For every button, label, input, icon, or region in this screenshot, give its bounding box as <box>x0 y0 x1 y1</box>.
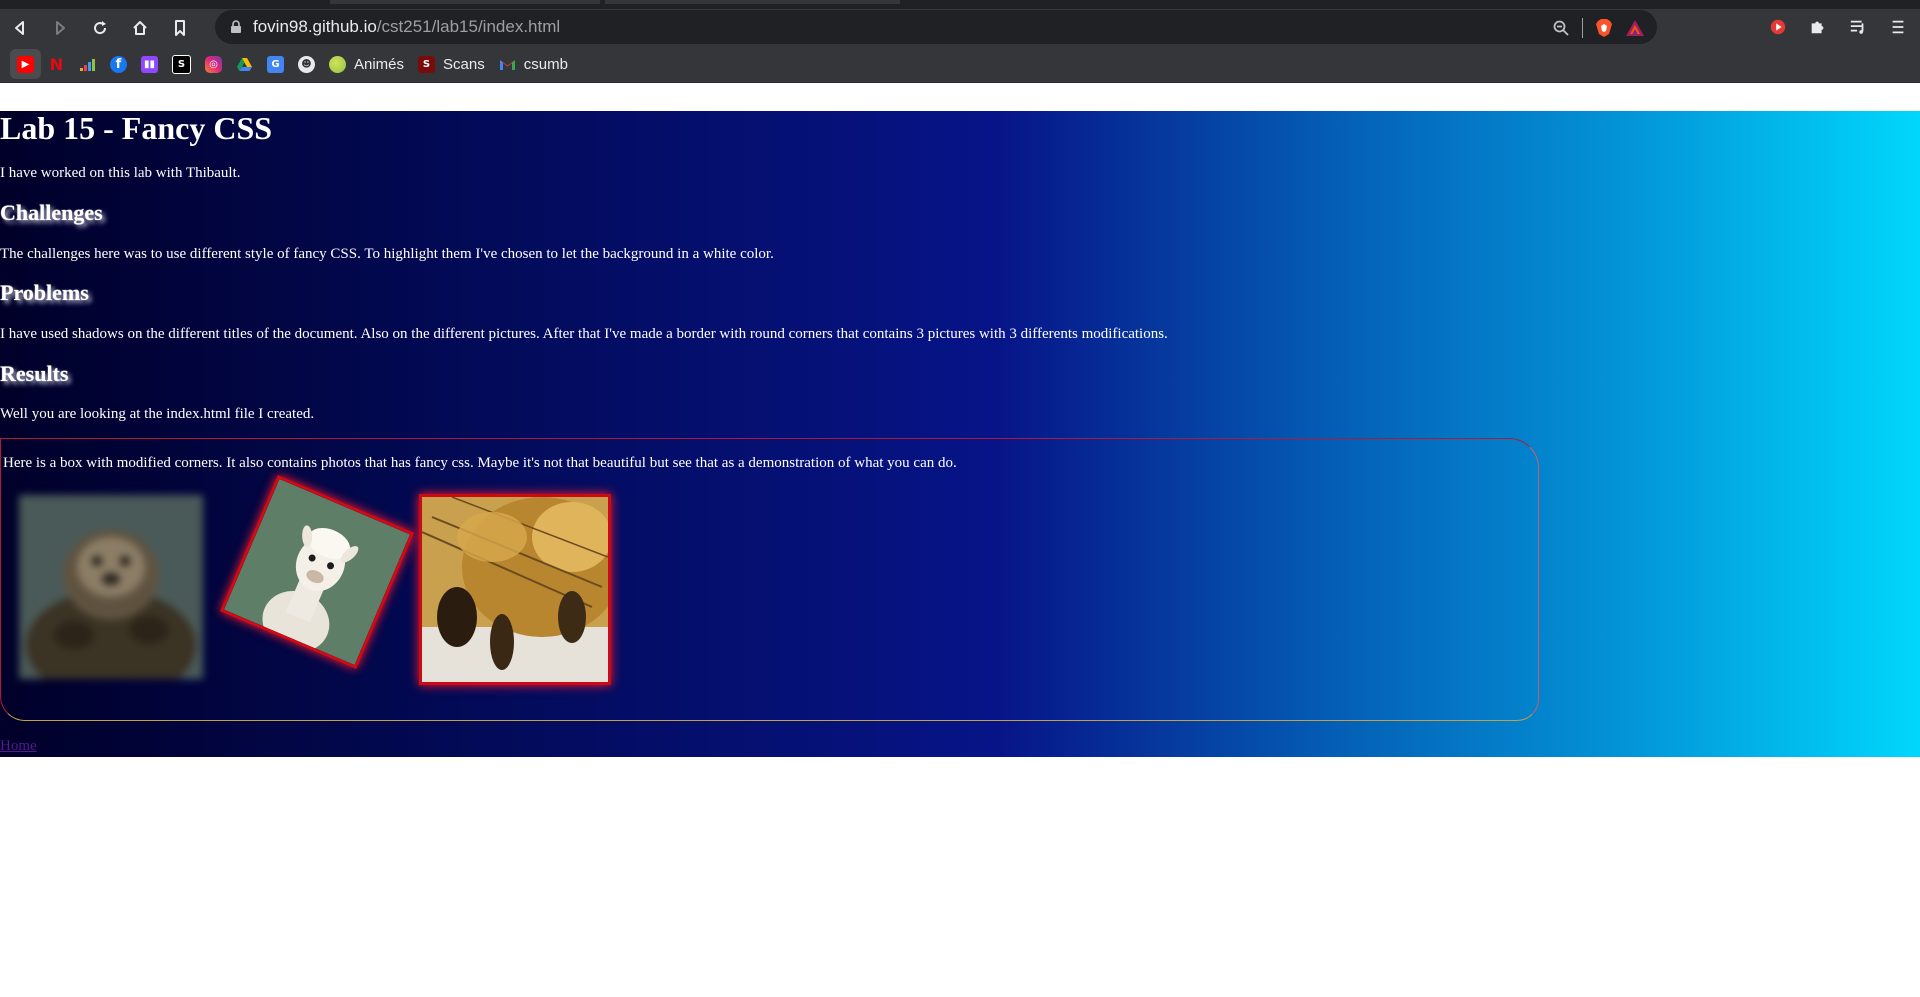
reload-button[interactable] <box>80 9 120 46</box>
box-text: Here is a box with modified corners. It … <box>3 455 957 471</box>
lock-icon <box>231 20 241 33</box>
youtube-icon: ▶ <box>17 55 34 73</box>
twitch-icon: ▮▮ <box>141 55 158 73</box>
section-heading-challenges: Challenges <box>0 200 103 225</box>
browser-tab[interactable] <box>605 0 900 4</box>
otter-photo <box>19 495 203 679</box>
bookmark-netflix[interactable]: N <box>41 49 72 79</box>
section-text-challenges: The challenges here was to use different… <box>0 246 774 262</box>
bookmark-gmail[interactable]: csumb <box>492 49 575 79</box>
forward-button[interactable] <box>40 9 80 46</box>
netflix-icon: N <box>49 54 64 74</box>
animes-folder-icon <box>329 55 346 73</box>
brave-shields-icon[interactable] <box>1595 18 1613 38</box>
address-bar-actions <box>1552 18 1645 38</box>
gmail-icon <box>499 56 516 73</box>
zoom-icon[interactable] <box>1552 19 1570 37</box>
facebook-icon: f <box>110 55 127 73</box>
back-button[interactable] <box>0 9 40 46</box>
bookmark-label: Animés <box>354 55 405 73</box>
instagram-icon: ◎ <box>205 55 222 73</box>
bookmark-twitch[interactable]: ▮▮ <box>134 49 165 79</box>
divider <box>1582 18 1583 38</box>
browser-toolbar: fovin98.github.io/cst251/lab15/index.htm… <box>0 9 1920 46</box>
intro-text: I have worked on this lab with Thibault. <box>0 165 241 181</box>
anime-site-icon: ☻ <box>298 55 315 73</box>
tab-strip <box>0 0 1920 9</box>
extensions-puzzle-icon[interactable] <box>1808 17 1828 37</box>
bookmark-google-translate[interactable]: G <box>260 49 291 79</box>
forward-arrow-icon <box>56 20 65 35</box>
bee-photo <box>419 494 611 685</box>
bookmark-page-button[interactable] <box>160 9 200 46</box>
home-link[interactable]: Home <box>0 738 37 755</box>
google-drive-icon <box>236 56 253 73</box>
bookmark-facebook[interactable]: f <box>103 49 134 79</box>
page-title: Lab 15 - Fancy CSS <box>0 110 273 146</box>
bookmark-scans-folder[interactable]: S Scans <box>411 49 492 79</box>
reload-icon <box>94 20 107 34</box>
bookmarks-bar: ▶ N f ▮▮ S ◎ G ☻ Animés S Scans csumb <box>0 46 1920 83</box>
google-translate-icon: G <box>267 55 284 73</box>
rounded-corner-box: Here is a box with modified corners. It … <box>0 438 1539 721</box>
bookmark-anime-site[interactable]: ☻ <box>291 49 322 79</box>
bookmark-icon <box>175 19 185 36</box>
media-playlist-icon[interactable] <box>1848 17 1868 37</box>
browser-tab[interactable] <box>330 0 600 4</box>
bookmark-app-icon: S <box>172 54 191 74</box>
bookmark-google-drive[interactable] <box>229 49 260 79</box>
bookmark-instagram[interactable]: ◎ <box>198 49 229 79</box>
bookmark-label: csumb <box>523 55 568 73</box>
bookmark-label: Scans <box>443 55 485 73</box>
brave-rewards-icon[interactable] <box>1625 19 1645 37</box>
section-text-problems: I have used shadows on the different tit… <box>0 326 1168 342</box>
bookmark-deezer[interactable] <box>72 49 103 79</box>
scans-folder-icon: S <box>418 55 436 73</box>
address-bar[interactable]: fovin98.github.io/cst251/lab15/index.htm… <box>215 10 1657 44</box>
back-arrow-icon <box>15 20 24 35</box>
bookmark-youtube[interactable]: ▶ <box>10 49 41 79</box>
url-domain: fovin98.github.io <box>253 17 377 36</box>
section-heading-results: Results <box>0 361 69 386</box>
url-path: /cst251/lab15/index.html <box>376 17 561 36</box>
home-icon <box>133 20 147 35</box>
home-button[interactable] <box>120 9 160 46</box>
bookmark-app[interactable]: S <box>165 49 198 79</box>
deezer-icon <box>79 56 96 73</box>
bookmark-animes-folder[interactable]: Animés <box>322 49 411 79</box>
youtube-extension-icon[interactable] <box>1768 17 1788 37</box>
page-content: Lab 15 - Fancy CSS I have worked on this… <box>0 110 1920 757</box>
section-text-results: Well you are looking at the index.html f… <box>0 406 315 422</box>
menu-icon[interactable] <box>1888 17 1908 37</box>
section-heading-problems: Problems <box>0 280 89 305</box>
extensions-area <box>1768 17 1908 37</box>
url-text: fovin98.github.io/cst251/lab15/index.htm… <box>253 17 560 37</box>
